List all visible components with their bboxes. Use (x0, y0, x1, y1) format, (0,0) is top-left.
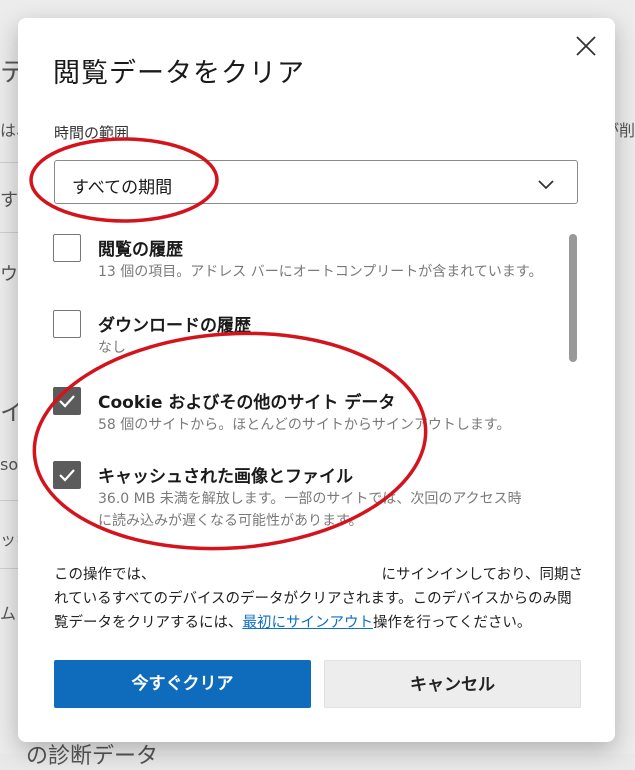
sign-out-first-link[interactable]: 最初にサインアウト (243, 615, 374, 631)
download-history-checkbox[interactable] (53, 310, 81, 338)
item-title: Cookie およびその他のサイト データ (98, 393, 396, 413)
clear-browsing-data-dialog: 閲覧データをクリア 時間の範囲 すべての期間 閲覧の履歴 13 個の項目。アドレ… (18, 18, 615, 742)
item-title: キャッシュされた画像とファイル (98, 467, 353, 487)
time-range-select[interactable]: すべての期間 (54, 160, 578, 204)
dialog-title: 閲覧データをクリア (53, 58, 305, 89)
clear-now-button[interactable]: 今すぐクリア (54, 660, 311, 708)
notice-text: この操作では、 (54, 567, 156, 583)
background-text: so (0, 455, 19, 474)
checkmark-icon (59, 469, 75, 482)
item-description: 36.0 MB 未満を解放します。一部のサイトでは、次回のアクセス時 に読み込み… (98, 488, 522, 532)
divider (0, 500, 18, 501)
item-description: 58 個のサイトから。ほとんどのサイトからサインアウトします。 (98, 417, 511, 433)
item-title: ダウンロードの履歴 (98, 316, 251, 336)
cache-checkbox[interactable] (53, 461, 81, 489)
item-description: 13 個の項目。アドレス バーにオートコンプリートが含まれています。 (98, 264, 543, 280)
cancel-button[interactable]: キャンセル (324, 660, 581, 708)
sync-notice: この操作では、 にサインインしており、同期されているすべてのデバイスのデータがクリ… (54, 563, 584, 635)
time-range-label: 時間の範囲 (54, 124, 130, 142)
list-scrollbar[interactable] (569, 234, 577, 362)
browsing-history-checkbox[interactable] (53, 234, 81, 262)
background-text: ウ (0, 264, 18, 285)
cookies-checkbox[interactable] (53, 387, 81, 415)
item-description-line: に読み込みが遅くなる可能性があります。 (98, 513, 363, 529)
close-icon (576, 36, 596, 56)
close-button[interactable] (571, 31, 601, 61)
item-description: なし (98, 340, 126, 356)
item-title: 閲覧の履歴 (98, 240, 183, 260)
notice-text: 操作を行ってください。 (373, 615, 532, 631)
data-type-list: 閲覧の履歴 13 個の項目。アドレス バーにオートコンプリートが含まれています。… (18, 218, 615, 558)
divider (0, 162, 18, 163)
divider (0, 568, 18, 569)
divider (0, 232, 18, 233)
time-range-value: すべての期間 (72, 178, 173, 198)
checkmark-icon (59, 395, 75, 408)
background-text: の診断データ (26, 744, 159, 769)
chevron-down-icon (538, 180, 554, 190)
item-description-line: 36.0 MB 未満を解放します。一部のサイトでは、次回のアクセス時 (98, 491, 522, 507)
